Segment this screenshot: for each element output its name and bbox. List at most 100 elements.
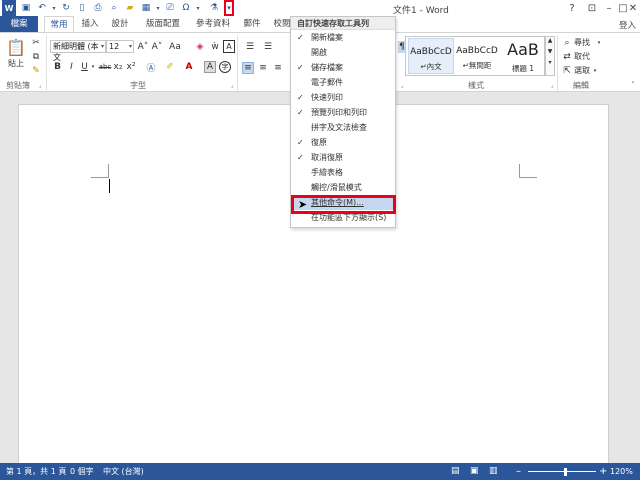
align-right-icon[interactable]: ≡	[272, 62, 284, 74]
symbol-dropdown-icon[interactable]: ▾	[194, 0, 202, 16]
scroll-down-icon[interactable]: ▼	[546, 48, 554, 55]
tab-insert[interactable]: 插入	[78, 16, 102, 32]
strikethrough-button[interactable]: abc	[98, 61, 112, 73]
replace-button[interactable]: 取代	[574, 51, 590, 62]
undo-icon[interactable]: ↶	[34, 0, 50, 16]
align-left-icon[interactable]: ≡	[242, 62, 254, 74]
save-icon[interactable]: ▣	[18, 0, 34, 16]
clear-formatting-icon[interactable]: ◈	[194, 40, 206, 53]
find-button[interactable]: 尋找	[574, 37, 590, 48]
select-button[interactable]: 選取	[574, 65, 590, 76]
open-folder-icon[interactable]: ▰	[122, 0, 138, 16]
undo-dropdown-icon[interactable]: ▾	[50, 0, 58, 16]
change-case-icon[interactable]: Aa	[167, 40, 183, 53]
font-name-combo[interactable]: 新細明體 (本文 ▾	[50, 40, 106, 62]
sign-in-link[interactable]: 登入	[619, 19, 636, 31]
bold-button[interactable]: B	[52, 61, 63, 73]
text-effects-icon[interactable]: Ⓐ	[144, 61, 158, 74]
font-launcher-icon[interactable]: ⌟	[228, 81, 236, 89]
paragraph-launcher-icon[interactable]: ⌟	[398, 81, 406, 89]
tab-mailings[interactable]: 郵件	[240, 16, 264, 32]
chevron-down-icon[interactable]: ▾	[596, 37, 602, 48]
menu-item-save[interactable]: ✓ 儲存檔案	[291, 60, 395, 75]
clipboard-launcher-icon[interactable]: ⌟	[36, 81, 44, 89]
zoom-level[interactable]: 120%	[610, 463, 633, 480]
word-logo-icon[interactable]: W	[2, 0, 16, 16]
numbering-icon[interactable]: ☰	[262, 41, 274, 53]
styles-launcher-icon[interactable]: ⌟	[548, 81, 556, 89]
bullets-icon[interactable]: ☰	[244, 41, 256, 53]
replace-icon[interactable]: ⇄	[562, 51, 572, 62]
chevron-down-icon[interactable]: ▾	[90, 61, 96, 73]
copy-icon[interactable]: ⧉	[30, 51, 42, 63]
print-layout-icon[interactable]: ▣	[470, 463, 479, 480]
tab-design[interactable]: 設計	[108, 16, 132, 32]
underline-button[interactable]: U	[79, 61, 90, 73]
chevron-down-icon: ▾	[128, 43, 132, 50]
style-no-spacing[interactable]: AaBbCcD ↵無間距	[454, 38, 500, 74]
table-icon[interactable]: ▦	[138, 0, 154, 16]
find-icon[interactable]: ⌕	[562, 37, 572, 48]
format-painter-brush-icon[interactable]: ✎	[30, 65, 42, 77]
chevron-down-icon[interactable]: ▾	[592, 65, 598, 76]
phonetic-guide-icon[interactable]: ẁ	[209, 40, 221, 53]
menu-item-email[interactable]: 電子郵件	[291, 75, 395, 90]
menu-item-spelling[interactable]: 拼字及文法檢查	[291, 120, 395, 135]
tab-references[interactable]: 參考資料	[192, 16, 234, 32]
menu-item-touch-mode[interactable]: 觸控/滑鼠模式	[291, 180, 395, 195]
superscript-button[interactable]: x²	[125, 61, 137, 73]
redo-icon[interactable]: ↻	[58, 0, 74, 16]
italic-button[interactable]: I	[66, 61, 77, 73]
word-count[interactable]: 0 個字	[70, 463, 94, 480]
shrink-font-icon[interactable]: A˅	[151, 40, 163, 53]
styles-scrollbar[interactable]: ▲ ▼ ▾	[545, 36, 555, 76]
help-icon[interactable]: ?	[561, 0, 583, 16]
print-preview-icon[interactable]: ⌕	[106, 0, 122, 16]
zoom-in-icon[interactable]: +	[599, 463, 607, 480]
cut-icon[interactable]: ✂	[30, 37, 42, 49]
web-layout-icon[interactable]: ▥	[489, 463, 498, 480]
menu-item-new[interactable]: ✓ 開新檔案	[291, 30, 395, 45]
zoom-out-icon[interactable]: –	[516, 463, 521, 480]
format-painter-icon[interactable]: ⚗	[206, 0, 222, 16]
menu-item-undo[interactable]: ✓ 復原	[291, 135, 395, 150]
character-border-icon[interactable]: A	[223, 40, 235, 53]
subscript-button[interactable]: x₂	[112, 61, 124, 73]
font-size-combo[interactable]: 12 ▾	[106, 40, 134, 53]
menu-item-quick-print[interactable]: ✓ 快速列印	[291, 90, 395, 105]
quick-print-icon[interactable]: ⎙	[90, 0, 106, 16]
highlight-color-icon[interactable]: ✐	[163, 61, 177, 73]
select-icon[interactable]: ⇱	[562, 65, 572, 76]
enclose-characters-icon[interactable]: 字	[219, 61, 231, 73]
table-dropdown-icon[interactable]: ▾	[154, 0, 162, 16]
customize-qat-icon[interactable]: ▾	[224, 0, 234, 16]
new-document-icon[interactable]: ▯	[74, 0, 90, 16]
zoom-slider[interactable]	[528, 471, 596, 472]
menu-item-open[interactable]: 開啟	[291, 45, 395, 60]
collapse-ribbon-icon[interactable]: ˄	[628, 81, 638, 89]
menu-item-draw-table[interactable]: 手繪表格	[291, 165, 395, 180]
scroll-up-icon[interactable]: ▲	[546, 37, 554, 44]
grow-font-icon[interactable]: A˄	[137, 40, 149, 53]
zoom-slider-thumb[interactable]	[564, 468, 568, 476]
menu-item-redo[interactable]: ✓ 取消復原	[291, 150, 395, 165]
font-color-icon[interactable]: A	[182, 61, 196, 73]
align-center-icon[interactable]: ≡	[257, 62, 269, 74]
paste-icon[interactable]: 📋	[6, 37, 26, 57]
more-styles-icon[interactable]: ▾	[546, 59, 554, 66]
menu-item-print-preview[interactable]: ✓ 預覽列印和列印	[291, 105, 395, 120]
language-indicator[interactable]: 中文 (台灣)	[103, 463, 144, 480]
symbol-icon[interactable]: Ω	[178, 0, 194, 16]
tab-file[interactable]: 檔案	[0, 16, 38, 32]
style-normal[interactable]: AaBbCcD ↵內文	[408, 38, 454, 74]
margin-corner-mark	[519, 164, 537, 178]
style-preview: AaBbCcD	[456, 46, 498, 56]
character-shading-icon[interactable]: A	[204, 61, 216, 73]
tab-layout[interactable]: 版面配置	[142, 16, 184, 32]
style-heading-1[interactable]: AaB 標題 1	[500, 38, 546, 74]
tab-home[interactable]: 常用	[44, 16, 74, 32]
touch-mode-icon[interactable]: ⎚	[162, 0, 178, 16]
page-count[interactable]: 第 1 頁，共 1 頁	[6, 463, 66, 480]
read-mode-icon[interactable]: ▤	[451, 463, 460, 480]
close-icon[interactable]: ✕	[626, 0, 640, 16]
